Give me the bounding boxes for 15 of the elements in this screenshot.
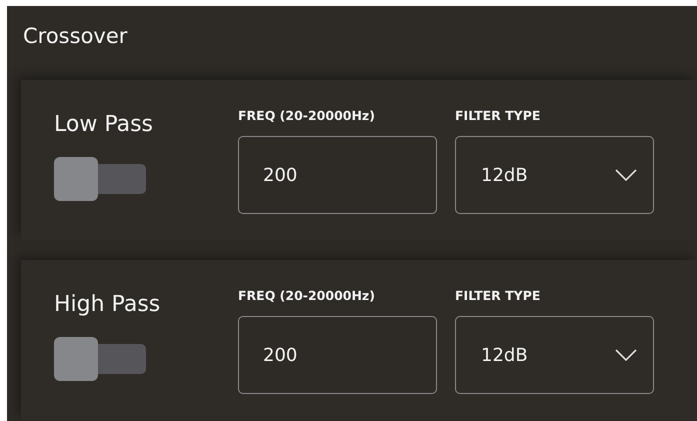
field-label: FREQ (20-20000Hz) bbox=[238, 288, 376, 304]
toggle-switch[interactable] bbox=[54, 337, 146, 381]
toggle-switch[interactable] bbox=[54, 157, 146, 201]
field-label: FREQ (20-20000Hz) bbox=[238, 108, 376, 124]
frequency-field[interactable]: 200 bbox=[238, 136, 437, 214]
filter-name: High Pass bbox=[54, 291, 162, 317]
field-label: FILTER TYPE bbox=[455, 288, 542, 304]
filter-type-dropdown[interactable]: 12dB bbox=[455, 136, 654, 214]
chevron-down-icon bbox=[615, 349, 637, 361]
panel-title: Crossover bbox=[22, 23, 128, 50]
filter-type-dropdown[interactable]: 12dB bbox=[455, 316, 654, 394]
frequency-field[interactable]: 200 bbox=[238, 316, 437, 394]
chevron-down-icon bbox=[615, 169, 637, 181]
field-label: FILTER TYPE bbox=[455, 108, 542, 124]
filter-name: Low Pass bbox=[54, 111, 154, 137]
